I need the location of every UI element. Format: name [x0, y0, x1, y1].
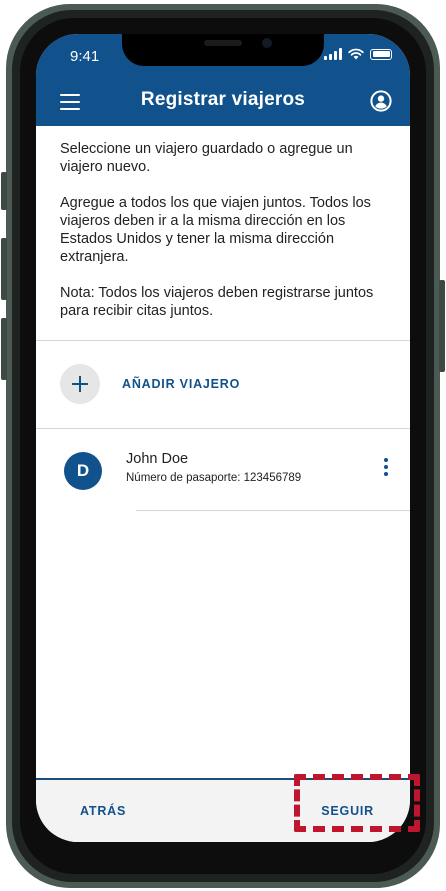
- nav-bar: Registrar viajeros: [36, 82, 410, 122]
- signal-icon: [324, 48, 342, 60]
- battery-icon: [370, 48, 392, 60]
- more-vertical-icon[interactable]: [382, 458, 390, 482]
- account-icon[interactable]: [370, 90, 392, 112]
- instruction-note: Nota: Todos los viajeros deben registrar…: [60, 285, 374, 319]
- status-bar: 9:41: [36, 34, 410, 78]
- continue-button[interactable]: SEGUIR: [321, 804, 374, 818]
- app-screen: 9:41 Registrar viajeros Seleccione un vi…: [36, 34, 410, 842]
- status-time: 9:41: [70, 48, 100, 65]
- section-divider: [36, 428, 410, 429]
- traveler-passport: Número de pasaporte: 123456789: [126, 472, 302, 484]
- instruction-select: Seleccione un viajero guardado o agregue…: [60, 141, 353, 175]
- speaker-grille: [204, 40, 242, 46]
- mute-switch: [1, 172, 7, 210]
- plus-icon[interactable]: [60, 364, 100, 404]
- traveler-name: John Doe: [126, 451, 189, 467]
- power-button: [439, 280, 445, 372]
- list-item-divider: [136, 510, 410, 511]
- wifi-icon: [348, 48, 364, 60]
- page-title: Registrar viajeros: [140, 89, 306, 110]
- avatar: D: [64, 452, 102, 490]
- footer-bar: ATRÁS SEGUIR: [36, 778, 410, 842]
- volume-up-button: [1, 238, 7, 300]
- instruction-add-all: Agregue a todos los que viajen juntos. T…: [60, 195, 371, 265]
- front-camera: [262, 38, 272, 48]
- instructions: Seleccione un viajero guardado o agregue…: [60, 140, 396, 338]
- volume-down-button: [1, 318, 7, 380]
- add-traveler-button[interactable]: AÑADIR VIAJERO: [60, 364, 390, 404]
- status-icons: [324, 48, 392, 60]
- add-traveler-label: AÑADIR VIAJERO: [122, 377, 241, 391]
- traveler-list-item[interactable]: D John Doe Número de pasaporte: 12345678…: [60, 450, 400, 498]
- device-notch: [122, 34, 324, 66]
- app-header: 9:41 Registrar viajeros: [36, 34, 410, 126]
- section-divider: [36, 340, 410, 341]
- back-button[interactable]: ATRÁS: [80, 804, 126, 818]
